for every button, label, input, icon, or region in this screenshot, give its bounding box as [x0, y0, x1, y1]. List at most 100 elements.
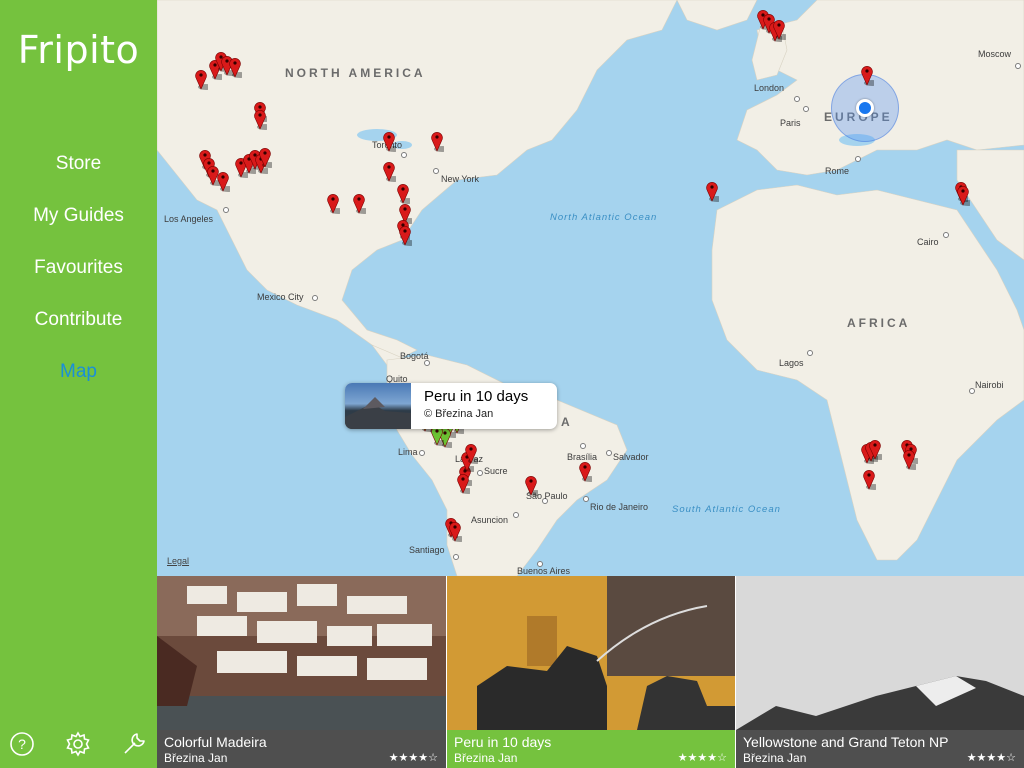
map-pin[interactable] — [868, 438, 888, 460]
city-dot — [803, 106, 809, 112]
legal-link[interactable]: Legal — [167, 556, 189, 566]
city-dot — [794, 96, 800, 102]
city-label-moscow: Moscow — [978, 49, 1012, 59]
map-pin[interactable] — [705, 180, 725, 202]
settings-gear-icon[interactable] — [64, 730, 92, 758]
guide-rating: ★★★★☆ — [677, 752, 727, 764]
city-dot — [312, 295, 318, 301]
nav-item-map[interactable]: Map — [0, 358, 157, 410]
city-dot — [807, 350, 813, 356]
map-pin[interactable] — [448, 520, 468, 542]
city-dot — [419, 450, 425, 456]
map-pin[interactable] — [464, 442, 484, 464]
callout-author: © Březina Jan — [424, 408, 494, 420]
continent-label-north-america: NORTH AMERICA — [285, 66, 426, 80]
guide-author: Březina Jan — [743, 751, 807, 765]
guide-caption: Colorful Madeira Březina Jan ★★★★☆ — [157, 730, 446, 768]
callout-thumbnail — [345, 383, 411, 429]
guide-rating: ★★★★☆ — [966, 752, 1016, 764]
guide-card-madeira[interactable]: Colorful Madeira Březina Jan ★★★★☆ — [157, 576, 446, 768]
city-label-santiago: Santiago — [409, 545, 445, 555]
guide-title: Peru in 10 days — [454, 734, 552, 750]
city-dot — [223, 207, 229, 213]
city-label-buenos-aires: Buenos Aires — [517, 566, 571, 576]
map-pin[interactable] — [430, 130, 450, 152]
guide-image — [736, 576, 1024, 730]
svg-text:?: ? — [18, 736, 26, 752]
city-dot — [433, 168, 439, 174]
map-pin[interactable] — [902, 448, 922, 470]
map-pin[interactable] — [326, 192, 346, 214]
guide-title: Colorful Madeira — [164, 734, 267, 750]
map-pin[interactable] — [956, 184, 976, 206]
city-label-lagos: Lagos — [779, 358, 804, 368]
city-dot — [943, 232, 949, 238]
map-pin[interactable] — [862, 468, 882, 490]
map-pin[interactable] — [456, 472, 476, 494]
city-label-rome: Rome — [825, 166, 850, 176]
guide-image — [157, 576, 446, 730]
nav-item-contribute[interactable]: Contribute — [0, 306, 157, 358]
guide-caption: Peru in 10 days Březina Jan ★★★★☆ — [447, 730, 735, 768]
city-label-asuncion: Asuncion — [471, 515, 509, 525]
nav-item-my-guides[interactable]: My Guides — [0, 202, 157, 254]
city-dot — [606, 450, 612, 456]
city-label-los-angeles: Los Angeles — [164, 214, 214, 224]
city-dot — [583, 496, 589, 502]
guide-card-peru[interactable]: Peru in 10 days Březina Jan ★★★★☆ — [447, 576, 735, 768]
guide-gallery: Colorful Madeira Březina Jan ★★★★☆ Peru … — [157, 576, 1024, 768]
city-label-london: London — [754, 83, 785, 93]
map-pin[interactable] — [524, 474, 544, 496]
world-map[interactable]: NORTH AMERICA EUROPE AFRICA A North Atla… — [157, 0, 1024, 576]
map-pin[interactable] — [396, 182, 416, 204]
sidebar-footer: ? — [0, 730, 157, 760]
help-icon[interactable]: ? — [8, 730, 36, 758]
guide-caption: Yellowstone and Grand Teton NP Březina J… — [736, 730, 1024, 768]
map-pin[interactable] — [352, 192, 372, 214]
continent-label-africa: AFRICA — [847, 316, 911, 330]
map-callout[interactable]: Peru in 10 days © Březina Jan — [345, 383, 557, 429]
city-label-salvador: Salvador — [613, 452, 649, 462]
map-pin[interactable] — [253, 108, 273, 130]
nav-item-favourites[interactable]: Favourites — [0, 254, 157, 306]
continent-label-south-america: A — [561, 415, 573, 429]
city-label-nairobi: Nairobi — [975, 380, 1004, 390]
guide-title: Yellowstone and Grand Teton NP — [743, 734, 949, 750]
nav-item-store[interactable]: Store — [0, 150, 157, 202]
sidebar: Fripito Store My Guides Favourites Contr… — [0, 0, 157, 768]
map-land — [157, 0, 1024, 576]
guide-author: Březina Jan — [164, 751, 228, 765]
map-pin[interactable] — [194, 68, 214, 90]
map-pin[interactable] — [258, 146, 278, 168]
city-label-cairo: Cairo — [917, 237, 939, 247]
city-label-lima: Lima — [398, 447, 418, 457]
map-pin[interactable] — [382, 160, 402, 182]
map-pin[interactable] — [216, 170, 236, 192]
map-pin[interactable] — [398, 224, 418, 246]
city-label-new-york: New York — [441, 174, 480, 184]
ocean-label-south-atlantic: South Atlantic Ocean — [672, 504, 781, 515]
continent-text: NORTH AMERICA — [285, 66, 426, 80]
app-title: Fripito — [17, 28, 140, 72]
city-label-mexico-city: Mexico City — [257, 292, 304, 302]
map-pin[interactable] — [382, 130, 402, 152]
city-dot — [580, 443, 586, 449]
map-pin[interactable] — [860, 64, 880, 86]
city-label-sucre: Sucre — [484, 466, 508, 476]
guide-author: Březina Jan — [454, 751, 518, 765]
ocean-label-north-atlantic: North Atlantic Ocean — [550, 212, 658, 223]
city-dot — [855, 156, 861, 162]
city-dot — [453, 554, 459, 560]
wrench-icon[interactable] — [120, 730, 148, 758]
map-pin[interactable] — [772, 18, 792, 40]
map-pin[interactable] — [578, 460, 598, 482]
city-label-rio-de-janeiro: Rio de Janeiro — [590, 502, 649, 512]
map-pin[interactable] — [228, 56, 248, 78]
city-dot — [477, 470, 483, 476]
sidebar-nav: Store My Guides Favourites Contribute Ma… — [0, 150, 157, 410]
callout-title: Peru in 10 days — [424, 388, 529, 405]
city-dot — [1015, 63, 1021, 69]
current-location-dot[interactable] — [856, 99, 874, 117]
city-label-bogota: Bogotá — [400, 351, 429, 361]
guide-card-yellowstone[interactable]: Yellowstone and Grand Teton NP Březina J… — [736, 576, 1024, 768]
